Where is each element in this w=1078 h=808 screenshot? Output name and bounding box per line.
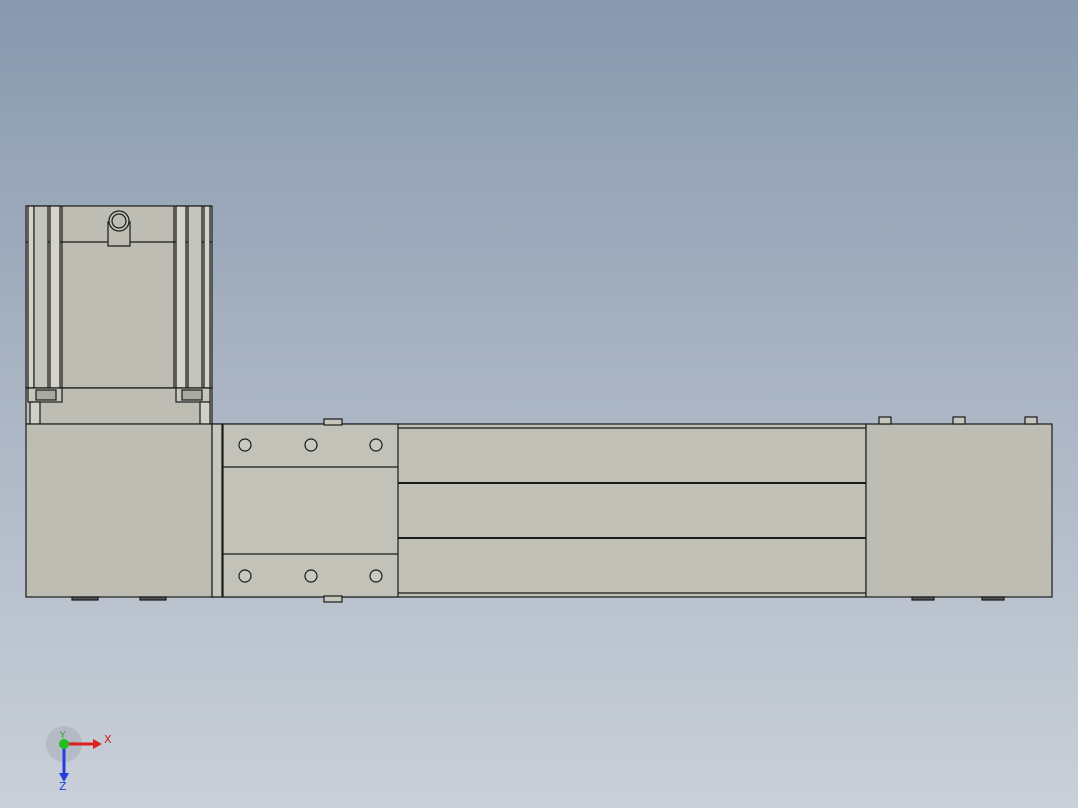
z-axis-label: Z — [59, 780, 67, 792]
motor-flange[interactable] — [25, 387, 213, 425]
right-foot-2 — [981, 596, 1005, 601]
right-end-block[interactable] — [865, 423, 1053, 598]
left-foot-2 — [139, 596, 167, 601]
x-axis-label: X — [104, 733, 112, 746]
linear-actuator-model[interactable] — [0, 0, 1078, 808]
left-foot-1 — [71, 596, 99, 601]
y-axis-label: Y — [59, 731, 66, 741]
motor-connector-lug[interactable] — [107, 210, 131, 247]
right-end-screws — [878, 416, 1038, 425]
coordinate-triad: X Y Z — [46, 726, 112, 792]
left-end-block[interactable] — [25, 423, 215, 598]
right-foot-1 — [911, 596, 935, 601]
graphics-viewport[interactable]: X Y Z — [0, 0, 1078, 808]
